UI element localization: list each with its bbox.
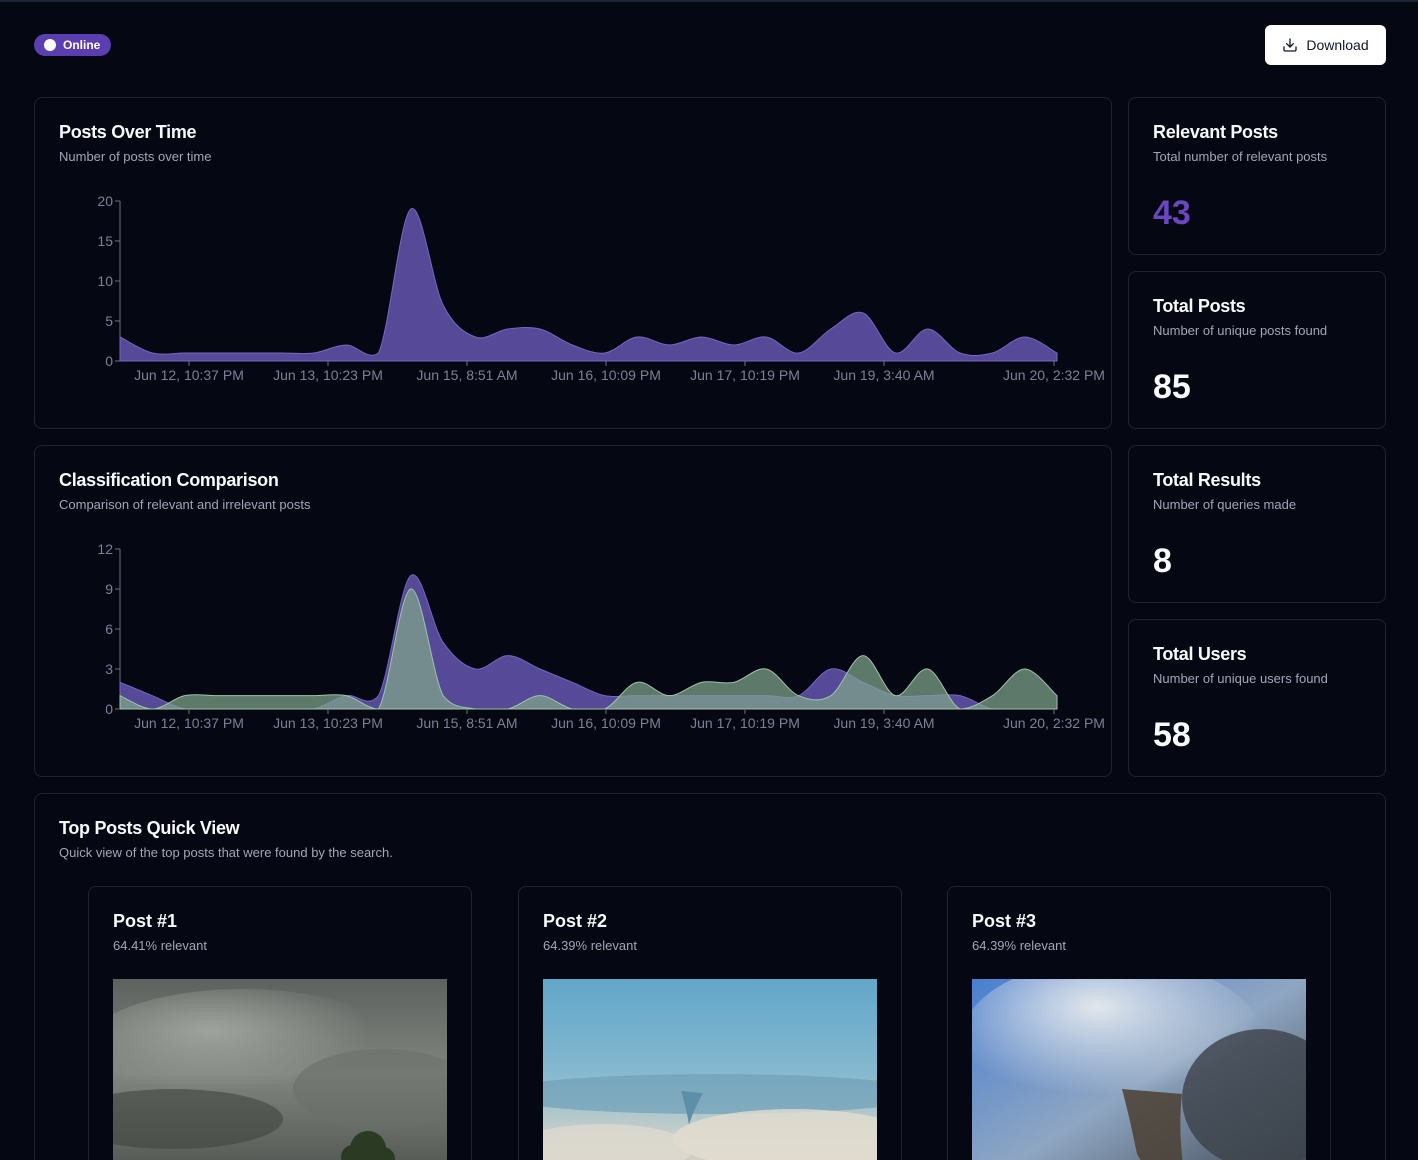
top-border: [0, 0, 1418, 2]
x-tick-label: Jun 20, 2:32 PM: [1003, 715, 1105, 731]
stat-subtitle: Number of queries made: [1153, 497, 1297, 512]
x-tick-label: Jun 17, 10:19 PM: [690, 367, 800, 383]
y-tick-label: 20: [97, 193, 113, 209]
post-relevance: 64.39% relevant: [543, 938, 637, 953]
classification-chart: 0 3 6 9 12 Jun 12, 10:37 PM Jun 13, 10:23 PM Ju…: [97, 541, 1105, 731]
stat-title: Total Posts: [1153, 296, 1246, 316]
series-area-1: [119, 208, 1058, 362]
top-posts-title: Top Posts Quick View: [59, 818, 240, 838]
x-tick-label: Jun 17, 10:19 PM: [690, 715, 800, 731]
x-tick-label: Jun 13, 10:23 PM: [273, 715, 383, 731]
status-dot-icon: [44, 39, 56, 51]
status-label: Online: [63, 38, 101, 52]
stat-subtitle: Total number of relevant posts: [1153, 149, 1328, 164]
x-tick-label: Jun 12, 10:37 PM: [134, 367, 244, 383]
x-tick-label: Jun 19, 3:40 AM: [833, 367, 934, 383]
post-image[interactable]: [972, 979, 1306, 1160]
stat-value: 85: [1153, 368, 1191, 406]
download-label: Download: [1306, 37, 1369, 53]
post-card-3[interactable]: Post #3 64.39% relevant: [947, 886, 1331, 1160]
y-tick-label: 12: [97, 541, 113, 557]
y-tick-label: 10: [97, 273, 113, 289]
stat-title: Total Results: [1153, 470, 1261, 490]
post-title: Post #2: [543, 911, 608, 931]
download-icon: [1283, 38, 1298, 52]
funnel-cloud-image: [543, 979, 877, 1160]
x-tick-label: Jun 19, 3:40 AM: [833, 715, 934, 731]
tornado-image: [972, 979, 1306, 1160]
post-card-1[interactable]: Post #1 64.41% relevant: [88, 886, 472, 1160]
y-tick-label: 0: [105, 353, 113, 369]
y-tick-label: 15: [97, 233, 113, 249]
post-image[interactable]: [113, 979, 447, 1160]
stat-value: 58: [1153, 716, 1191, 754]
x-tick-label: Jun 12, 10:37 PM: [134, 715, 244, 731]
post-image[interactable]: [543, 979, 877, 1160]
download-button[interactable]: Download: [1265, 25, 1386, 65]
x-tick-label: Jun 16, 10:09 PM: [551, 715, 661, 731]
x-tick-label: Jun 16, 10:09 PM: [551, 367, 661, 383]
stat-card-total-users: Total Users Number of unique users found…: [1128, 619, 1386, 777]
stat-title: Relevant Posts: [1153, 122, 1278, 142]
x-tick-label: Jun 15, 8:51 AM: [416, 715, 517, 731]
post-title: Post #3: [972, 911, 1037, 931]
stat-value: 43: [1153, 194, 1191, 232]
y-tick-label: 3: [105, 661, 113, 677]
status-badge: Online: [34, 34, 111, 56]
stat-subtitle: Number of unique users found: [1153, 671, 1328, 686]
x-tick-label: Jun 20, 2:32 PM: [1003, 367, 1105, 383]
stat-subtitle: Number of unique posts found: [1153, 323, 1328, 338]
x-tick-label: Jun 13, 10:23 PM: [273, 367, 383, 383]
posts-over-time-chart: 0 5 10 15 20 Jun 12, 10:37 PM Jun 13, 10:23 PM…: [97, 193, 1105, 383]
post-relevance: 64.39% relevant: [972, 938, 1066, 953]
stat-card-total-posts: Total Posts Number of unique posts found…: [1128, 271, 1386, 429]
posts-over-time-card: Posts Over Time Number of posts over tim…: [34, 97, 1112, 429]
y-tick-label: 6: [105, 621, 113, 637]
y-tick-label: 5: [105, 313, 113, 329]
post-relevance: 64.41% relevant: [113, 938, 207, 953]
top-posts-subtitle: Quick view of the top posts that were fo…: [59, 845, 393, 860]
y-tick-label: 0: [105, 701, 113, 717]
stat-value: 8: [1153, 542, 1172, 580]
post-card-2[interactable]: Post #2 64.39% relevant: [518, 886, 902, 1160]
stat-title: Total Users: [1153, 644, 1247, 664]
stat-card-total-results: Total Results Number of queries made 8: [1128, 445, 1386, 603]
y-tick-label: 9: [105, 581, 113, 597]
storm-clouds-image: [113, 979, 447, 1160]
stat-card-relevant-posts: Relevant Posts Total number of relevant …: [1128, 97, 1386, 255]
post-title: Post #1: [113, 911, 178, 931]
classification-card: Classification Comparison Comparison of …: [34, 445, 1112, 777]
x-tick-label: Jun 15, 8:51 AM: [416, 367, 517, 383]
